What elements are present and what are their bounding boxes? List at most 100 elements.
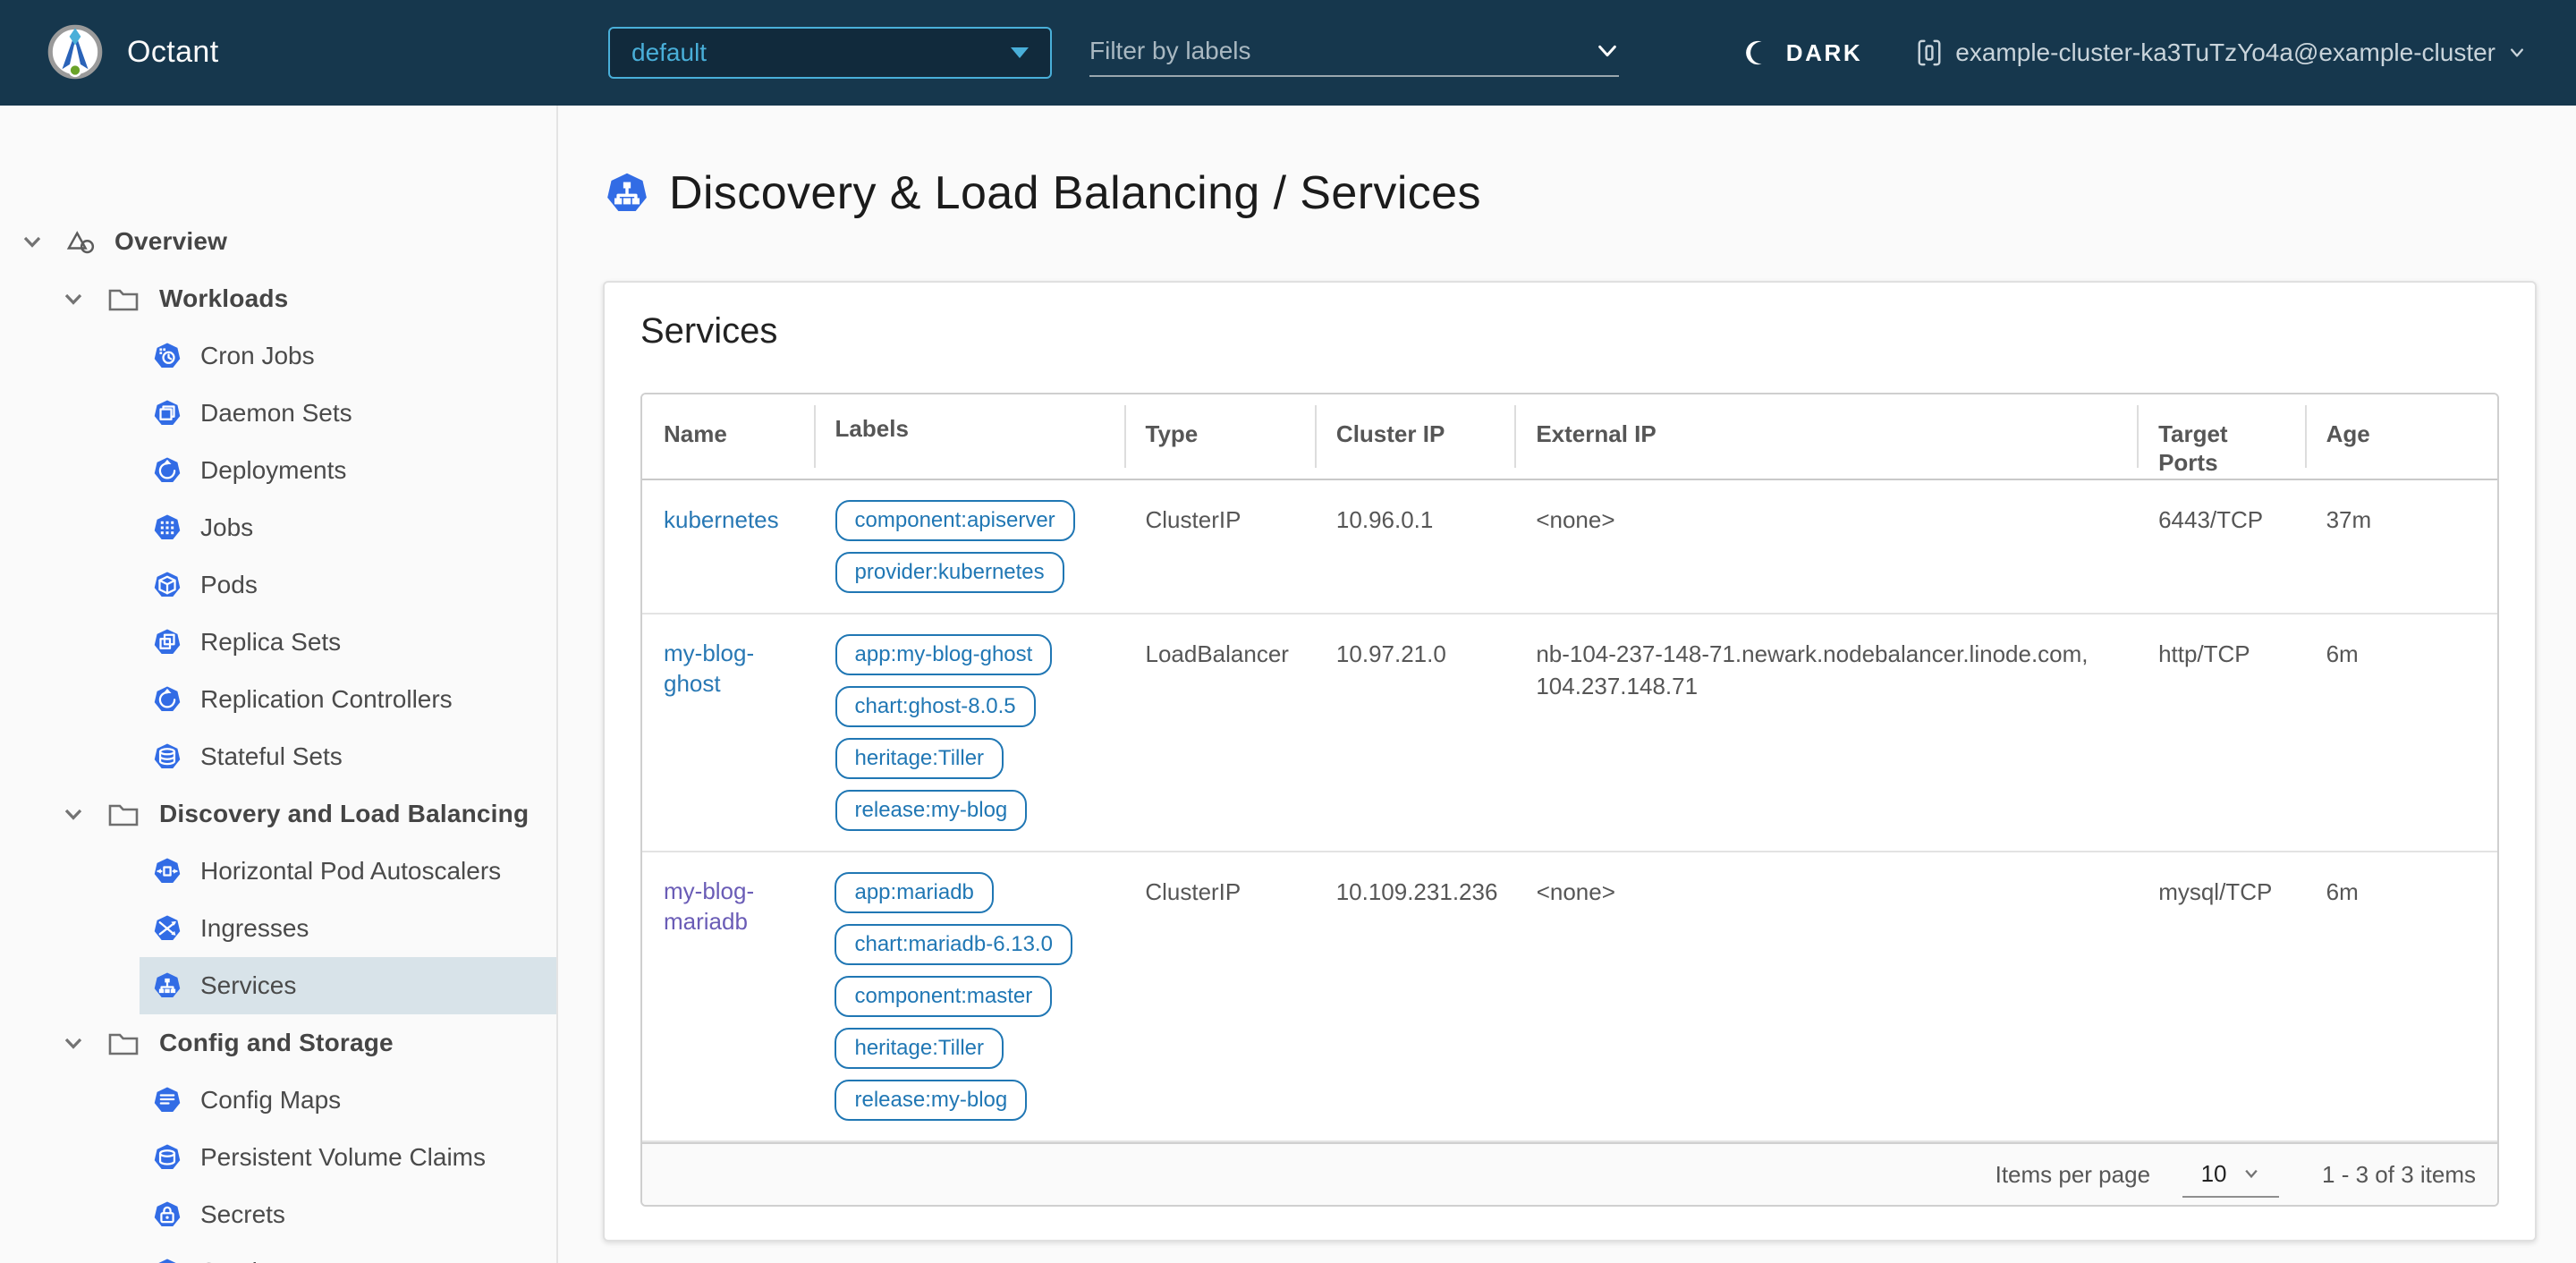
main-content: Discovery & Load Balancing / Services Se…	[560, 106, 2576, 1263]
label-tag[interactable]: release:my-blog	[835, 790, 1028, 831]
dark-theme-toggle[interactable]: DARK	[1743, 38, 1863, 68]
chevron-down-icon[interactable]	[63, 288, 84, 309]
objects-icon	[66, 231, 95, 254]
target-ports-cell: 6443/TCP	[2158, 506, 2264, 533]
sidebar-item-service-accounts[interactable]: Service Accounts	[140, 1243, 556, 1263]
pod-icon	[154, 572, 181, 598]
filter-by-labels-input[interactable]: Filter by labels	[1089, 27, 1619, 77]
external-ip-cell: <none>	[1536, 506, 1615, 533]
chevron-down-icon[interactable]	[63, 803, 84, 825]
cluster-context-selector[interactable]: example-cluster-ka3TuTzYo4a@example-clus…	[1916, 38, 2526, 68]
service-link[interactable]: my-blog-mariadb	[664, 876, 784, 937]
column-header-labels: Labels	[813, 394, 1124, 479]
label-tag[interactable]: chart:ghost-8.0.5	[835, 686, 1036, 727]
type-cell: ClusterIP	[1145, 506, 1241, 533]
sidebar-item-daemon-sets[interactable]: Daemon Sets	[140, 385, 556, 442]
sidebar-item-label: Config and Storage	[159, 1029, 394, 1056]
items-per-page-label: Items per page	[1995, 1160, 2151, 1188]
column-header-name: Name	[664, 420, 727, 447]
folder-icon	[108, 1033, 139, 1055]
sidebar-group-config-and-storage[interactable]: Config and Storage	[0, 1014, 556, 1072]
sidebar-item-label: Replication Controllers	[200, 685, 453, 713]
topbar-right-group: DARK example-cluster-ka3TuTzYo4a@example…	[1743, 0, 2526, 106]
filter-placeholder: Filter by labels	[1089, 37, 1251, 64]
folder-icon	[108, 804, 139, 826]
label-tag[interactable]: heritage:Tiller	[835, 738, 1004, 779]
cluster-ip-cell: 10.109.231.236	[1335, 878, 1498, 905]
target-ports-cell: mysql/TCP	[2158, 878, 2273, 905]
label-tag[interactable]: app:mariadb	[835, 872, 994, 913]
chevron-down-icon[interactable]	[63, 1032, 84, 1054]
cluster-icon	[1918, 39, 1941, 66]
sidebar-group-workloads[interactable]: Workloads	[0, 270, 556, 327]
sidebar-item-label: Deployments	[200, 456, 347, 484]
column-header-age: Age	[2304, 394, 2497, 479]
top-bar: Octant default Filter by labels DARK exa…	[0, 0, 2576, 106]
table-pagination: Items per page 10 1 - 3 of 3 items	[642, 1142, 2497, 1205]
label-tag[interactable]: component:apiserver	[835, 500, 1075, 541]
sidebar-nav: Overview Workloads Cron Jobs Daemon Sets	[0, 106, 558, 1263]
octant-logo-icon	[47, 24, 103, 80]
sidebar-item-stateful-sets[interactable]: Stateful Sets	[140, 728, 556, 785]
ingress-icon	[154, 915, 181, 941]
column-header-target-ports: Target Ports	[2137, 394, 2305, 479]
sidebar-item-label: Daemon Sets	[200, 399, 352, 427]
cronjob-icon	[154, 343, 181, 369]
label-tag[interactable]: component:master	[835, 976, 1053, 1017]
sidebar-item-label: Stateful Sets	[200, 742, 343, 770]
context-name: example-cluster-ka3TuTzYo4a@example-clus…	[1955, 38, 2496, 66]
sidebar-item-label: Discovery and Load Balancing	[159, 800, 530, 827]
sidebar-item-label: Secrets	[200, 1200, 285, 1228]
items-per-page-select[interactable]: 10	[2182, 1151, 2280, 1198]
chevron-down-icon[interactable]	[21, 231, 43, 252]
sidebar-item-label: Cron Jobs	[200, 342, 315, 369]
sidebar-group-discovery-and-load-balancing[interactable]: Discovery and Load Balancing	[0, 785, 556, 843]
sidebar-item-persistent-volume-claims[interactable]: Persistent Volume Claims	[140, 1129, 556, 1186]
sidebar-item-label: Overview	[114, 227, 228, 255]
chevron-down-icon	[2245, 1169, 2258, 1179]
sidebar-item-pods[interactable]: Pods	[140, 556, 556, 614]
services-card: Services Name Labels Type Cluster IP Ext…	[603, 281, 2537, 1242]
service-link[interactable]: my-blog-ghost	[664, 638, 785, 699]
label-tag[interactable]: heritage:Tiller	[835, 1028, 1004, 1069]
column-header-cluster-ip: Cluster IP	[1314, 394, 1514, 479]
sidebar-item-horizontal-pod-autoscalers[interactable]: Horizontal Pod Autoscalers	[140, 843, 556, 900]
statefulset-icon	[154, 743, 181, 769]
service-icon	[607, 173, 647, 212]
label-tag[interactable]: chart:mariadb-6.13.0	[835, 924, 1072, 965]
sidebar-item-ingresses[interactable]: Ingresses	[140, 900, 556, 957]
service-link[interactable]: kubernetes	[664, 504, 779, 535]
namespace-selected-value: default	[631, 38, 708, 66]
dropdown-arrow-icon	[1011, 47, 1029, 58]
sidebar-item-config-maps[interactable]: Config Maps	[140, 1072, 556, 1129]
card-title: Services	[640, 311, 778, 351]
sidebar-item-label: Pods	[200, 571, 258, 598]
column-header-external-ip: External IP	[1514, 394, 2137, 479]
cluster-ip-cell: 10.97.21.0	[1335, 640, 1446, 667]
sidebar-item-label: Horizontal Pod Autoscalers	[200, 857, 502, 885]
namespace-select[interactable]: default	[608, 27, 1052, 79]
sidebar-item-label: Persistent Volume Claims	[200, 1143, 487, 1171]
table-row: kubernetes component:apiserver provider:…	[642, 480, 2497, 615]
service-icon	[154, 972, 181, 998]
sidebar-item-deployments[interactable]: Deployments	[140, 442, 556, 499]
sidebar-item-cron-jobs[interactable]: Cron Jobs	[140, 327, 556, 385]
label-tag[interactable]: provider:kubernetes	[835, 552, 1064, 593]
sidebar-item-overview[interactable]: Overview	[0, 213, 556, 270]
sidebar-item-replication-controllers[interactable]: Replication Controllers	[140, 671, 556, 728]
chevron-down-icon[interactable]	[1596, 39, 1619, 63]
label-tag[interactable]: app:my-blog-ghost	[835, 634, 1053, 675]
label-tag[interactable]: release:my-blog	[835, 1080, 1028, 1121]
replicaset-icon	[154, 629, 181, 655]
secret-icon	[154, 1201, 181, 1227]
page-header: Discovery & Load Balancing / Services	[606, 157, 2576, 229]
sidebar-item-replica-sets[interactable]: Replica Sets	[140, 614, 556, 671]
sidebar-item-jobs[interactable]: Jobs	[140, 499, 556, 556]
sidebar-item-label: Replica Sets	[200, 628, 342, 656]
job-icon	[154, 514, 181, 540]
moon-icon	[1745, 40, 1762, 65]
type-cell: ClusterIP	[1145, 878, 1241, 905]
sidebar-item-label: Ingresses	[200, 914, 309, 942]
sidebar-item-secrets[interactable]: Secrets	[140, 1186, 556, 1243]
sidebar-item-services[interactable]: Services	[140, 957, 556, 1014]
